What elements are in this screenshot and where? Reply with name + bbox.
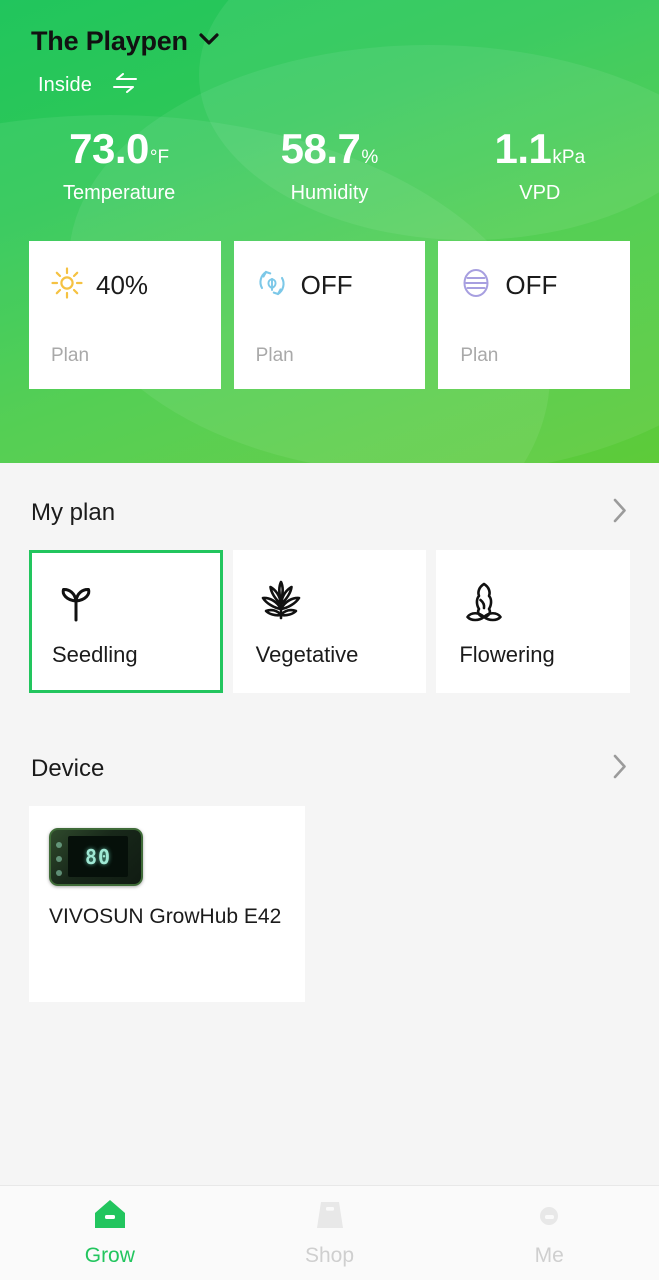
device-list: 80 VIVOSUN GrowHub E42 bbox=[0, 806, 659, 1002]
control-card-light[interactable]: 40% Plan bbox=[29, 241, 221, 389]
bottom-navigation: Grow Shop Me bbox=[0, 1185, 659, 1280]
chevron-right-icon[interactable] bbox=[612, 753, 628, 785]
chevron-down-icon[interactable] bbox=[199, 32, 219, 51]
humidity-value: 58.7 bbox=[280, 125, 361, 172]
light-mode-label: Plan bbox=[51, 345, 90, 366]
fan-recirculate-leaf-icon bbox=[256, 267, 288, 304]
humidity-label: Humidity bbox=[290, 182, 369, 204]
device-control-cards: 40% Plan OFF Plan OFF Plan bbox=[0, 241, 659, 389]
swap-arrows-icon[interactable] bbox=[112, 73, 138, 98]
my-plan-title: My plan bbox=[31, 499, 116, 526]
stat-humidity: 58.7 % Humidity bbox=[224, 125, 434, 205]
nav-item-grow[interactable]: Grow bbox=[0, 1186, 220, 1280]
nav-item-me[interactable]: Me bbox=[439, 1186, 659, 1280]
home-icon bbox=[93, 1198, 127, 1235]
temperature-label: Temperature bbox=[63, 182, 176, 204]
location-label: Inside bbox=[38, 74, 92, 96]
device-section: Device 80 VIVOSUN GrowHub E42 bbox=[0, 753, 659, 1002]
plan-card-seedling[interactable]: Seedling bbox=[29, 550, 223, 693]
temperature-unit: °F bbox=[149, 147, 170, 168]
control-card-fan[interactable]: OFF Plan bbox=[233, 241, 426, 389]
device-card[interactable]: 80 VIVOSUN GrowHub E42 bbox=[29, 806, 305, 1002]
header-panel: The Playpen Inside 73.0 °F Temperature 5… bbox=[0, 0, 659, 463]
humidity-control-value: OFF bbox=[505, 270, 558, 300]
nav-item-shop[interactable]: Shop bbox=[220, 1186, 440, 1280]
nav-label-me: Me bbox=[534, 1244, 564, 1267]
humidity-lines-circle-icon bbox=[460, 267, 492, 304]
tent-selector[interactable]: The Playpen bbox=[0, 0, 659, 57]
plan-card-vegetative[interactable]: Vegetative bbox=[232, 550, 427, 693]
sun-icon bbox=[51, 267, 83, 304]
person-icon bbox=[532, 1198, 566, 1235]
light-value: 40% bbox=[96, 270, 149, 300]
device-display-value: 80 bbox=[84, 844, 112, 869]
flower-bud-icon bbox=[459, 576, 627, 628]
temperature-value: 73.0 bbox=[69, 125, 149, 172]
growhub-controller-image: 80 bbox=[49, 828, 143, 886]
cannabis-leaf-icon bbox=[256, 576, 424, 628]
my-plan-section: My plan Seedling Vegetative Flowering bbox=[0, 497, 659, 693]
plan-label-vegetative: Vegetative bbox=[255, 641, 359, 667]
page-title: The Playpen bbox=[31, 26, 188, 56]
vpd-unit: kPa bbox=[552, 147, 586, 168]
app-root: The Playpen Inside 73.0 °F Temperature 5… bbox=[0, 0, 659, 1280]
plan-stage-list: Seedling Vegetative Flowering bbox=[0, 550, 659, 693]
fan-value: OFF bbox=[300, 270, 353, 300]
plan-card-flowering[interactable]: Flowering bbox=[436, 550, 631, 693]
sprout-icon bbox=[52, 576, 220, 628]
device-header[interactable]: Device bbox=[0, 753, 659, 785]
nav-label-shop: Shop bbox=[304, 1244, 355, 1267]
location-row[interactable]: Inside bbox=[0, 57, 659, 98]
my-plan-header[interactable]: My plan bbox=[0, 497, 659, 529]
nav-label-grow: Grow bbox=[84, 1244, 135, 1267]
stat-temperature: 73.0 °F Temperature bbox=[14, 125, 224, 205]
fan-mode-label: Plan bbox=[255, 345, 294, 366]
chevron-right-icon[interactable] bbox=[612, 497, 628, 529]
plan-label-flowering: Flowering bbox=[459, 641, 555, 667]
bag-icon bbox=[313, 1198, 347, 1235]
humidity-mode-label: Plan bbox=[460, 345, 499, 366]
control-card-humidity[interactable]: OFF Plan bbox=[438, 241, 631, 389]
vpd-value: 1.1 bbox=[494, 125, 552, 172]
device-title: Device bbox=[31, 755, 105, 782]
plan-label-seedling: Seedling bbox=[52, 641, 138, 667]
sensor-stats: 73.0 °F Temperature 58.7 % Humidity 1.1 … bbox=[0, 125, 659, 205]
humidity-unit: % bbox=[361, 147, 379, 168]
vpd-label: VPD bbox=[519, 182, 561, 204]
stat-vpd: 1.1 kPa VPD bbox=[435, 125, 645, 205]
device-name: VIVOSUN GrowHub E42 bbox=[49, 905, 282, 928]
